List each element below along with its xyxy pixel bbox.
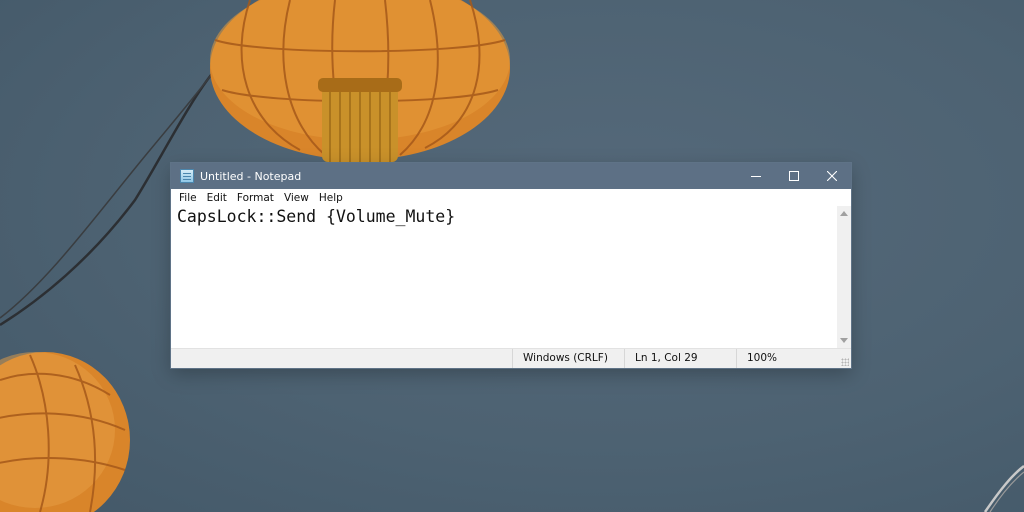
menu-edit[interactable]: Edit [202,192,232,204]
menu-help[interactable]: Help [314,192,348,204]
close-button[interactable] [813,163,851,189]
text-editor[interactable]: CapsLock::Send {Volume_Mute} [171,206,837,348]
menu-file[interactable]: File [174,192,202,204]
resize-grip-icon[interactable] [841,358,849,366]
vertical-scrollbar[interactable] [837,206,851,348]
minimize-button[interactable] [737,163,775,189]
menu-format[interactable]: Format [232,192,279,204]
status-line-ending: Windows (CRLF) [512,349,624,368]
status-cursor-position: Ln 1, Col 29 [624,349,736,368]
notepad-app-icon[interactable] [180,169,194,183]
menu-view[interactable]: View [279,192,314,204]
scroll-down-icon[interactable] [840,338,848,343]
status-zoom: 100% [736,349,837,368]
scroll-up-icon[interactable] [840,211,848,216]
menu-bar: File Edit Format View Help [171,189,851,206]
window-controls [737,163,851,189]
window-title: Untitled - Notepad [200,169,302,183]
title-bar[interactable]: Untitled - Notepad [171,163,851,189]
desktop-wallpaper: Untitled - Notepad File Edit Format View… [0,0,1024,512]
status-bar: Windows (CRLF) Ln 1, Col 29 100% [171,348,851,368]
maximize-icon [789,171,799,181]
maximize-button[interactable] [775,163,813,189]
notepad-window[interactable]: Untitled - Notepad File Edit Format View… [171,163,851,368]
minimize-icon [751,176,761,177]
close-icon [827,171,837,181]
